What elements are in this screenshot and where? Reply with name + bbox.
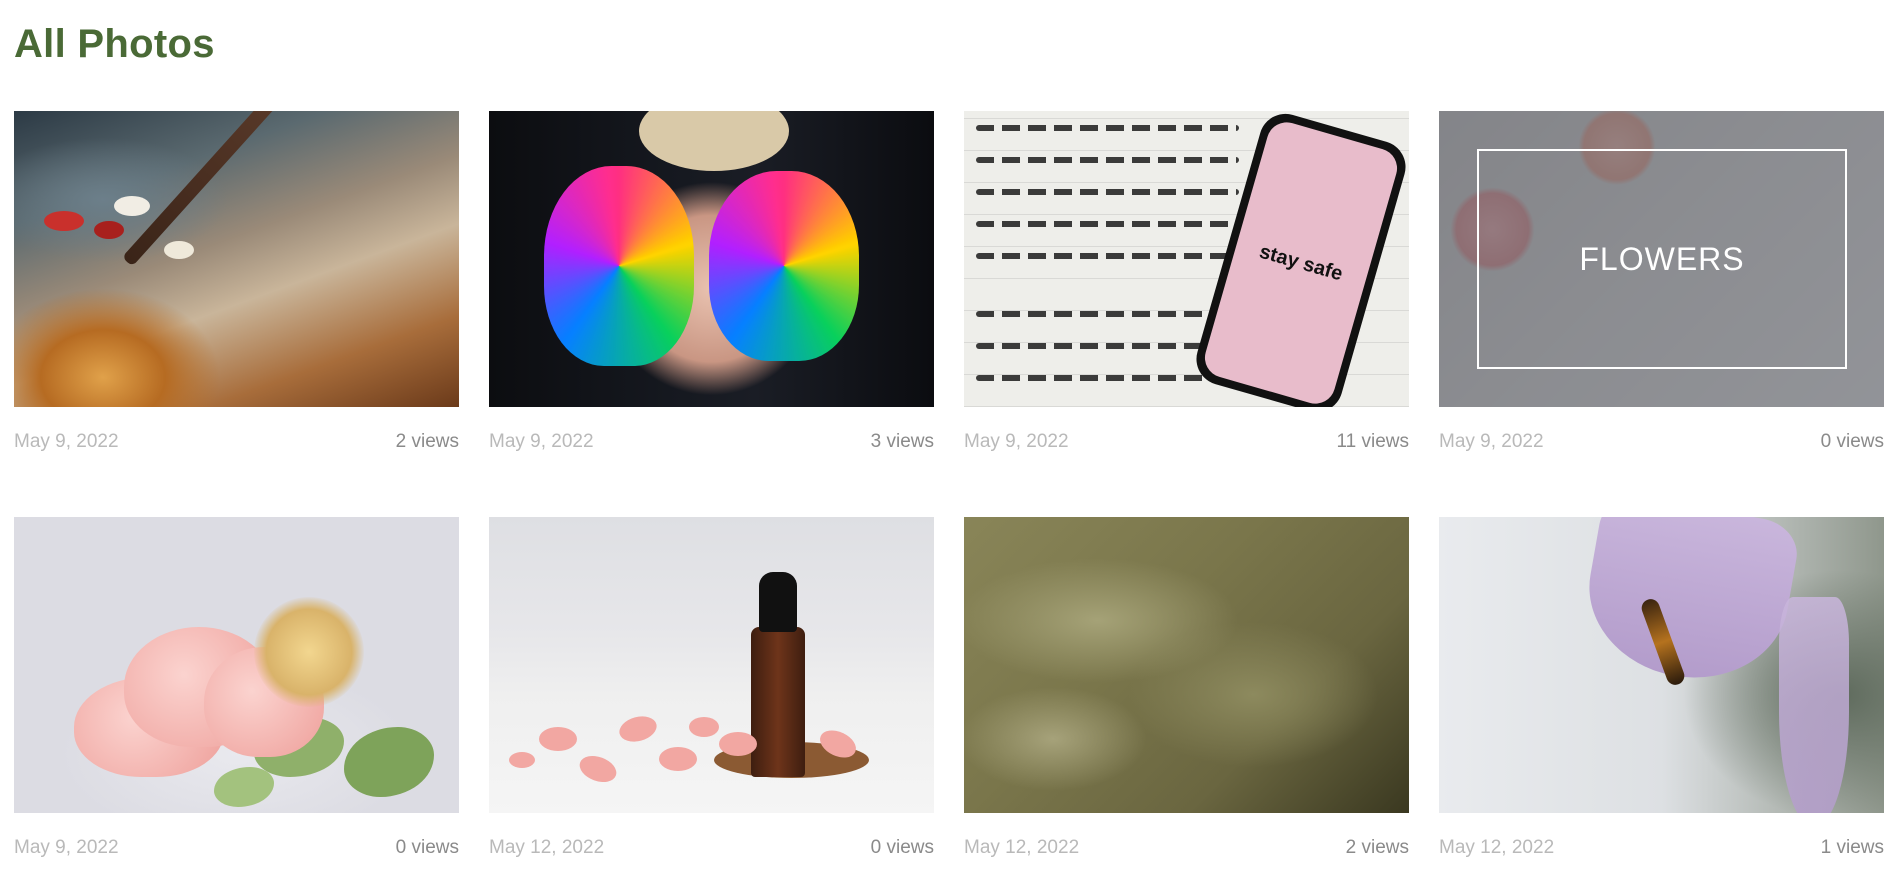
photo-thumbnail[interactable]: [1439, 517, 1884, 813]
photo-meta: May 12, 2022 2 views: [964, 813, 1409, 883]
photo-date: May 9, 2022: [964, 431, 1069, 452]
photo-thumbnail[interactable]: [489, 111, 934, 407]
photo-views: 1 views: [1820, 837, 1884, 858]
photo-grid: stay safe FLOWERS May 9, 2022 2 views Ma…: [14, 111, 1884, 883]
photo-views: 3 views: [870, 431, 934, 452]
photo-thumbnail[interactable]: [14, 111, 459, 407]
photo-meta: May 9, 2022 11 views: [964, 407, 1409, 517]
photo-date: May 9, 2022: [14, 837, 119, 858]
photo-thumbnail[interactable]: [964, 517, 1409, 813]
photo-date: May 9, 2022: [1439, 431, 1544, 452]
photo-meta: May 12, 2022 1 views: [1439, 813, 1884, 883]
photo-views: 2 views: [395, 431, 459, 452]
photo-meta: May 9, 2022 0 views: [14, 813, 459, 883]
photo-thumbnail[interactable]: [14, 517, 459, 813]
photo-meta: May 12, 2022 0 views: [489, 813, 934, 883]
page-title: All Photos: [14, 22, 215, 66]
photo-date: May 9, 2022: [489, 431, 594, 452]
photo-thumbnail[interactable]: stay safe: [964, 111, 1409, 407]
photo-views: 2 views: [1345, 837, 1409, 858]
photo-date: May 12, 2022: [964, 837, 1080, 858]
photo-views: 0 views: [395, 837, 459, 858]
photo-date: May 12, 2022: [1439, 837, 1555, 858]
phone-image: stay safe: [1190, 111, 1409, 407]
photo-date: May 12, 2022: [489, 837, 605, 858]
photo-views: 0 views: [870, 837, 934, 858]
photo-meta: May 9, 2022 2 views: [14, 407, 459, 517]
photo-views: 0 views: [1820, 431, 1884, 452]
photo-views: 11 views: [1336, 431, 1409, 452]
photo-thumbnail[interactable]: [489, 517, 934, 813]
photo-thumbnail-flowers[interactable]: FLOWERS: [1439, 111, 1884, 407]
photo-meta: May 9, 2022 0 views: [1439, 407, 1884, 517]
photo-meta: May 9, 2022 3 views: [489, 407, 934, 517]
photo-date: May 9, 2022: [14, 431, 119, 452]
album-overlay-label: FLOWERS: [1477, 149, 1847, 369]
